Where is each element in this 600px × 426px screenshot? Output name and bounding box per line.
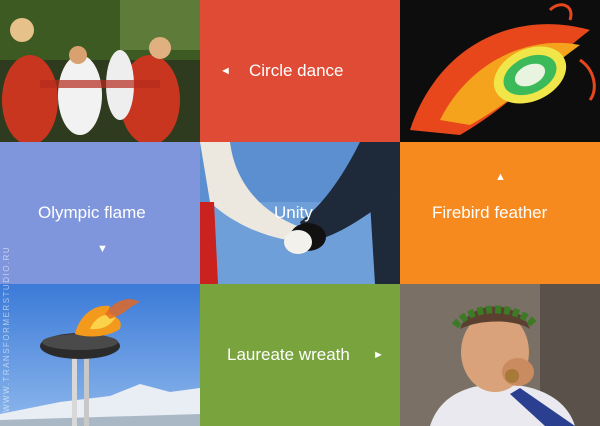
triangle-right-icon: ► xyxy=(373,349,384,361)
triangle-left-icon: ◄ xyxy=(220,65,231,77)
laureate-wreath-label: Laureate wreath xyxy=(227,345,350,364)
firebird-feather-tile[interactable]: ▲ Firebird feather xyxy=(400,142,600,284)
laureate-wreath-tile[interactable]: Laureate wreath ► xyxy=(200,284,400,426)
unity-label: Unity xyxy=(274,203,313,222)
olympic-flame-label: Olympic flame xyxy=(38,203,146,222)
unity-tile[interactable]: Unity xyxy=(200,142,400,284)
firebird-feather-photo xyxy=(400,0,600,142)
circle-dance-label: Circle dance xyxy=(249,61,344,80)
olympic-flame-tile[interactable]: Olympic flame ▼ xyxy=(0,142,200,284)
site-watermark: WWW.TRANSFORMERSTUDIO.RU xyxy=(2,245,11,412)
firebird-feather-label: Firebird feather xyxy=(432,203,548,222)
photo-tile-grid: ◄ Circle dance Olympic flame ▼ Unity ▲ F… xyxy=(0,0,600,426)
circle-dance-tile[interactable]: ◄ Circle dance xyxy=(200,0,400,142)
circle-dance-photo xyxy=(0,0,200,142)
olympic-flame-photo xyxy=(0,284,200,426)
laureate-athlete-photo xyxy=(400,284,600,426)
triangle-up-icon: ▲ xyxy=(495,171,506,183)
triangle-down-icon: ▼ xyxy=(97,243,108,255)
